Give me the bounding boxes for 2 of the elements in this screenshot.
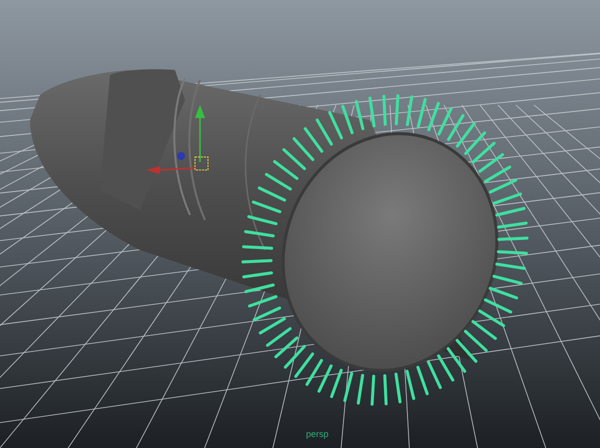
move-manipulator-drawing	[146, 105, 208, 174]
camera-label: persp	[306, 428, 329, 441]
